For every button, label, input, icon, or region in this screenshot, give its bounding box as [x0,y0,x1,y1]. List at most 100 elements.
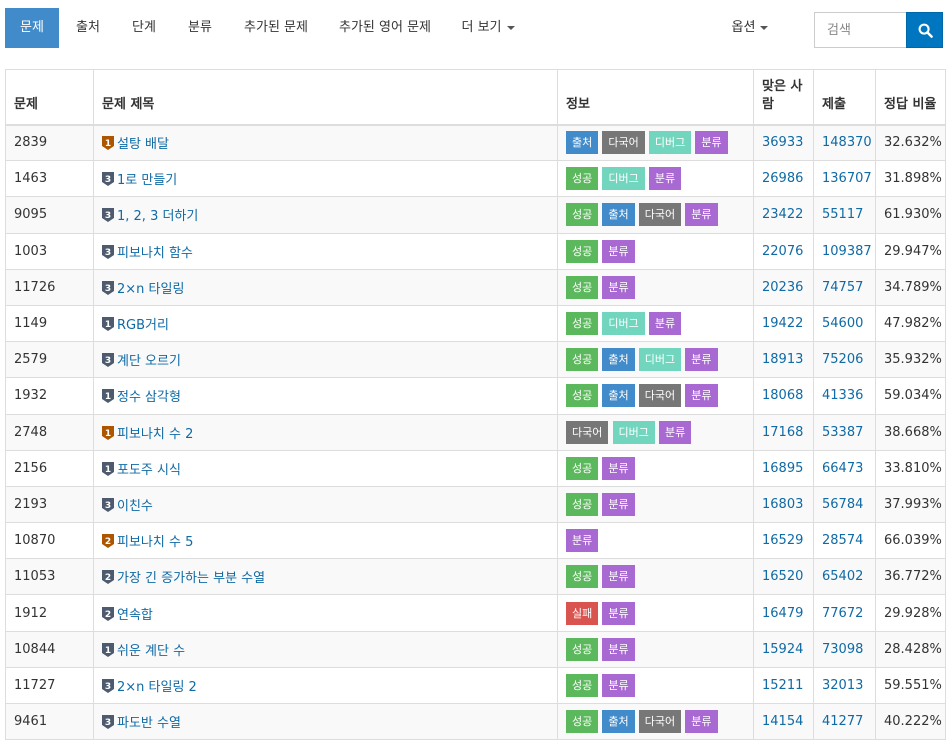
label-success[interactable]: 성공 [566,492,599,516]
label-class[interactable]: 분류 [602,565,635,589]
submission-count-link[interactable]: 73098 [822,642,863,657]
solved-count-link[interactable]: 36933 [762,135,803,150]
label-debug[interactable]: 디버그 [612,420,655,444]
submission-count-link[interactable]: 109387 [822,244,872,259]
label-success[interactable]: 성공 [566,673,599,697]
label-success[interactable]: 성공 [566,710,599,734]
solved-count-link[interactable]: 16479 [762,606,803,621]
header-problem-title[interactable]: 문제 제목 [93,69,558,126]
label-success[interactable]: 성공 [566,456,599,480]
solved-count-link[interactable]: 17168 [762,425,803,440]
problem-title-link[interactable]: 피보나치 수 2 [117,427,193,442]
label-class[interactable]: 분류 [695,131,728,155]
problem-title-link[interactable]: 연속합 [117,608,153,623]
label-source[interactable]: 출처 [602,203,635,227]
label-source[interactable]: 출처 [602,348,635,372]
problem-title-link[interactable]: 포도주 시식 [117,463,181,478]
problem-title-link[interactable]: 1, 2, 3 더하기 [117,209,198,224]
search-input[interactable] [814,12,906,48]
label-multi[interactable]: 다국어 [638,384,682,408]
solved-count-link[interactable]: 18068 [762,388,803,403]
submission-count-link[interactable]: 74757 [822,280,863,295]
solved-count-link[interactable]: 18913 [762,352,803,367]
label-class[interactable]: 분류 [602,492,635,516]
problem-title-link[interactable]: 2×n 타일링 2 [117,680,197,695]
label-success[interactable]: 성공 [566,275,599,299]
label-multi[interactable]: 다국어 [638,710,682,734]
label-success[interactable]: 성공 [566,348,599,372]
label-success[interactable]: 성공 [566,565,599,589]
tab-added-english-problems[interactable]: 추가된 영어 문제 [330,8,440,48]
submission-count-link[interactable]: 75206 [822,352,863,367]
solved-count-link[interactable]: 16895 [762,461,803,476]
problem-title-link[interactable]: RGB거리 [117,318,169,333]
solved-count-link[interactable]: 20236 [762,280,803,295]
label-success[interactable]: 성공 [566,312,599,336]
submission-count-link[interactable]: 54600 [822,316,863,331]
header-ratio[interactable]: 정답 비율 [875,69,946,126]
label-class[interactable]: 분류 [602,637,635,661]
problem-title-link[interactable]: 피보나치 수 5 [117,535,193,550]
submission-count-link[interactable]: 41277 [822,714,863,729]
label-class[interactable]: 분류 [602,275,635,299]
tab-step[interactable]: 단계 [122,8,166,48]
label-multi[interactable]: 다국어 [638,203,682,227]
submission-count-link[interactable]: 65402 [822,569,863,584]
problem-title-link[interactable]: 가장 긴 증가하는 부분 수열 [117,571,265,586]
solved-count-link[interactable]: 26986 [762,171,803,186]
label-multi[interactable]: 다국어 [602,131,645,155]
header-problem-id[interactable]: 문제 [5,69,94,126]
submission-count-link[interactable]: 56784 [822,497,863,512]
label-class[interactable]: 분류 [566,529,599,553]
search-button[interactable] [906,12,943,48]
solved-count-link[interactable]: 16803 [762,497,803,512]
tab-more-dropdown[interactable]: 더 보기 [452,8,524,48]
problem-title-link[interactable]: 피보나치 함수 [117,246,193,261]
label-source[interactable]: 출처 [566,131,599,155]
label-class[interactable]: 분류 [602,456,635,480]
label-class[interactable]: 분류 [648,167,682,191]
problem-title-link[interactable]: 정수 삼각형 [117,390,181,405]
label-success[interactable]: 성공 [566,167,599,191]
solved-count-link[interactable]: 22076 [762,244,803,259]
label-success[interactable]: 성공 [566,384,599,408]
submission-count-link[interactable]: 53387 [822,425,863,440]
label-class[interactable]: 분류 [602,239,635,263]
label-class[interactable]: 분류 [659,420,692,444]
solved-count-link[interactable]: 14154 [762,714,803,729]
solved-count-link[interactable]: 19422 [762,316,803,331]
label-debug[interactable]: 디버그 [602,167,645,191]
problem-title-link[interactable]: 계단 오르기 [117,354,181,369]
label-class[interactable]: 분류 [685,348,718,372]
header-solved[interactable]: 맞은 사람 [753,69,814,126]
problem-title-link[interactable]: 파도반 수열 [117,716,181,731]
label-multi[interactable]: 다국어 [566,420,609,444]
label-class[interactable]: 분류 [648,312,682,336]
label-success[interactable]: 성공 [566,637,599,661]
label-success[interactable]: 성공 [566,203,599,227]
label-source[interactable]: 출처 [602,384,635,408]
problem-title-link[interactable]: 설탕 배달 [117,137,169,152]
problem-title-link[interactable]: 이친수 [117,499,153,514]
submission-count-link[interactable]: 32013 [822,678,863,693]
label-class[interactable]: 분류 [685,203,718,227]
submission-count-link[interactable]: 55117 [822,207,863,222]
solved-count-link[interactable]: 23422 [762,207,803,222]
label-source[interactable]: 출처 [602,710,635,734]
label-class[interactable]: 분류 [685,384,718,408]
label-class[interactable]: 분류 [602,601,635,625]
submission-count-link[interactable]: 136707 [822,171,872,186]
problem-title-link[interactable]: 1로 만들기 [117,173,177,188]
solved-count-link[interactable]: 16520 [762,569,803,584]
header-submissions[interactable]: 제출 [813,69,876,126]
solved-count-link[interactable]: 15924 [762,642,803,657]
options-dropdown[interactable]: 옵션 [722,8,778,48]
problem-title-link[interactable]: 2×n 타일링 [117,282,184,297]
tab-problems[interactable]: 문제 [5,8,59,48]
label-class[interactable]: 분류 [602,673,635,697]
tab-added-problems[interactable]: 추가된 문제 [234,8,318,48]
tab-source[interactable]: 출처 [66,8,110,48]
label-fail[interactable]: 실패 [566,601,599,625]
label-debug[interactable]: 디버그 [648,131,692,155]
label-debug[interactable]: 디버그 [638,348,682,372]
